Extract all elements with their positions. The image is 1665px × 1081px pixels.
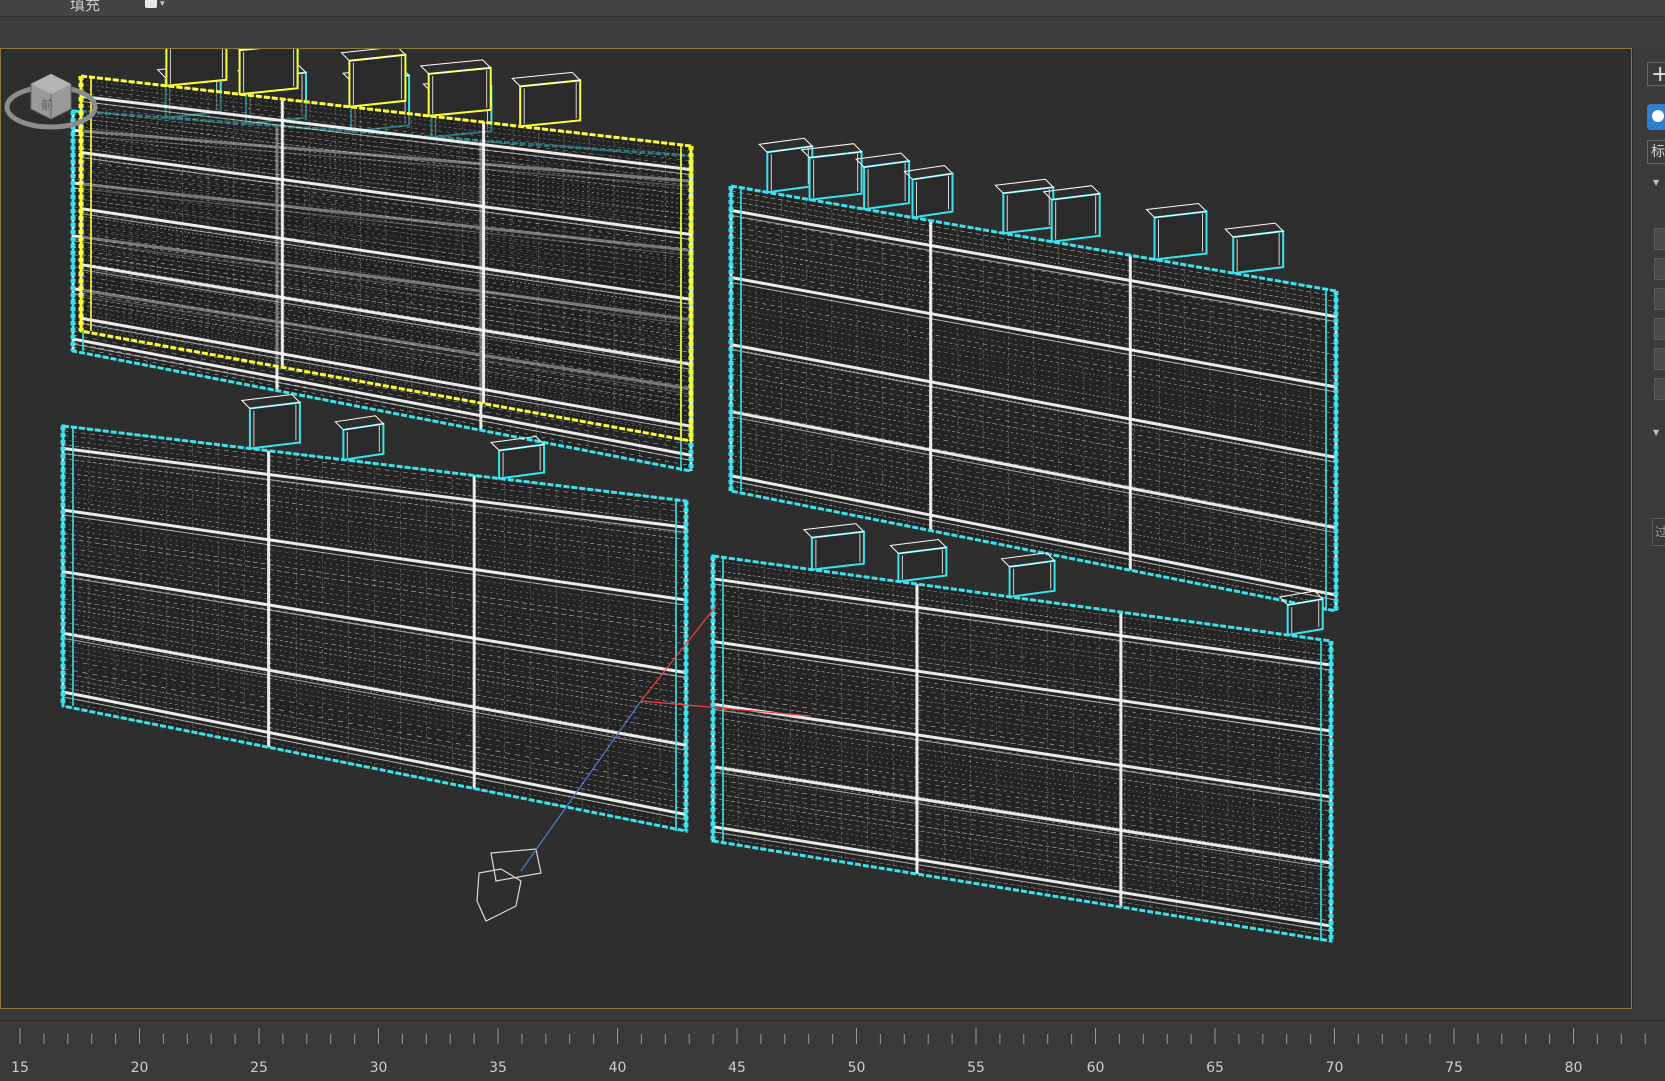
- name-field[interactable]: 过: [1652, 518, 1665, 546]
- object-type-button[interactable]: [1654, 258, 1665, 280]
- perspective-viewport[interactable]: 前: [0, 48, 1632, 1009]
- fill-dropdown[interactable]: ▾: [145, 0, 167, 10]
- timeline-tick-label: 60: [1086, 1060, 1105, 1076]
- object-type-button[interactable]: [1654, 348, 1665, 370]
- timeline-tick-label: 20: [130, 1060, 149, 1076]
- standard-primitives-dropdown[interactable]: 标: [1647, 140, 1665, 164]
- rollout-arrow-icon[interactable]: ▼: [1653, 178, 1659, 187]
- timeline-tick-label: 30: [369, 1060, 388, 1076]
- timeline-tick-label: 40: [608, 1060, 627, 1076]
- timeline-tick-label: 25: [250, 1060, 268, 1076]
- rollout-arrow-icon[interactable]: ▼: [1653, 428, 1659, 437]
- camera-object-icon: [476, 868, 522, 922]
- viewport-tab-strip: [0, 17, 1665, 48]
- shelf-rack-bottom-left[interactable]: [60, 393, 689, 833]
- object-type-button[interactable]: [1654, 288, 1665, 310]
- geometry-toggle-button[interactable]: [1647, 104, 1665, 130]
- timeline-tick-label: 65: [1206, 1060, 1224, 1076]
- object-type-button[interactable]: [1654, 318, 1665, 340]
- fill-color-swatch: [145, 0, 157, 8]
- object-type-button[interactable]: [1654, 378, 1665, 400]
- command-panel: + 标 ▼ ▼ 过: [1632, 48, 1665, 1009]
- timeline-tick-label: 50: [847, 1060, 866, 1076]
- view-cube-face-label: 前: [41, 97, 53, 112]
- fill-label: 填充: [70, 0, 101, 14]
- chevron-down-icon: ▾: [160, 0, 165, 9]
- timeline-tick-label: 75: [1445, 1060, 1463, 1076]
- timeline-tick-label: 35: [489, 1060, 507, 1076]
- wireframe-scene: [60, 49, 1339, 943]
- top-toolbar: 填充 ▾: [0, 0, 1665, 17]
- create-panel-tab[interactable]: +: [1647, 62, 1665, 87]
- timeline-ticks: [19, 1028, 1646, 1044]
- view-cube-icon[interactable]: 前: [1, 49, 101, 139]
- timeline-tick-label: 45: [728, 1060, 746, 1076]
- timeline-tick-label: 80: [1564, 1060, 1583, 1076]
- timeline-tick-label: 15: [11, 1060, 29, 1076]
- timeline-tick-label: 70: [1325, 1060, 1344, 1076]
- timeline-tick-label: 55: [967, 1060, 985, 1076]
- object-type-button[interactable]: [1654, 228, 1665, 250]
